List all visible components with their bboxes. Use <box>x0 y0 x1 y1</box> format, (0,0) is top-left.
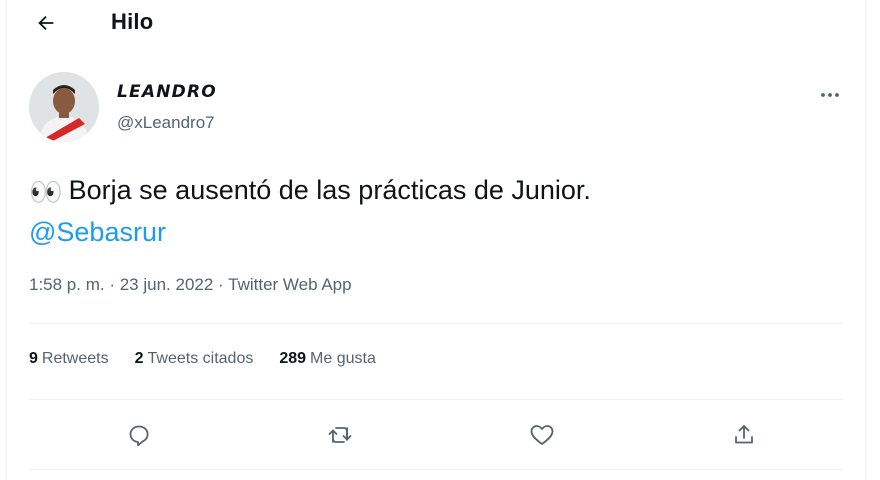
avatar-photo <box>29 72 99 142</box>
stat-label: Retweets <box>41 350 109 367</box>
back-button[interactable] <box>29 6 63 40</box>
stat-label: Tweets citados <box>147 350 254 367</box>
quote-tweets-count[interactable]: 2 Tweets citados <box>135 350 254 368</box>
avatar[interactable] <box>29 72 99 142</box>
divider <box>29 323 843 324</box>
like-icon <box>530 425 554 445</box>
author-handle[interactable]: @xLeandro7 <box>117 113 215 133</box>
share-button[interactable] <box>725 416 763 454</box>
more-horizontal-icon <box>821 93 839 97</box>
eyes-emoji: 👀 <box>29 177 63 207</box>
tweet-text: 👀 Borja se ausentó de las prácticas de Ju… <box>29 170 829 252</box>
share-icon <box>735 425 753 444</box>
tweet-body: Borja se ausentó de las prácticas de Jun… <box>68 175 591 205</box>
more-options-button[interactable] <box>811 82 849 108</box>
reply-button[interactable] <box>120 416 158 454</box>
arrow-left-icon <box>38 15 54 31</box>
tweet-actions <box>29 412 843 458</box>
tweet-thread-panel: Hilo LEANDRO @xLeandro7 👀 Borja se ausent… <box>6 0 866 480</box>
tweet-meta: 1:58 p. m. · 23 jun. 2022 · Twitter Web … <box>29 275 352 295</box>
mention-link[interactable]: @Sebasrur <box>29 212 829 252</box>
stat-number: 289 <box>279 350 307 367</box>
likes-count[interactable]: 289 Me gusta <box>279 350 376 368</box>
thread-header: Hilo <box>7 0 867 46</box>
tweet-time[interactable]: 1:58 p. m. <box>29 275 105 294</box>
stat-label: Me gusta <box>310 350 376 367</box>
stat-number: 9 <box>29 350 38 367</box>
stat-number: 2 <box>134 350 144 367</box>
meta-separator: · <box>213 275 229 294</box>
tweet-stats: 9 Retweets 2 Tweets citados 289 Me gusta <box>29 350 376 368</box>
retweet-button[interactable] <box>321 416 359 454</box>
meta-separator: · <box>104 275 120 294</box>
reply-icon <box>129 425 149 447</box>
tweet-date[interactable]: 23 jun. 2022 <box>120 275 214 294</box>
like-button[interactable] <box>523 416 561 454</box>
tweet-source[interactable]: Twitter Web App <box>228 275 351 294</box>
divider <box>29 469 843 470</box>
divider <box>29 399 843 400</box>
page-title: Hilo <box>111 9 154 34</box>
retweet-icon <box>328 427 352 443</box>
author-name[interactable]: LEANDRO <box>117 82 217 102</box>
retweets-count[interactable]: 9 Retweets <box>29 350 109 368</box>
